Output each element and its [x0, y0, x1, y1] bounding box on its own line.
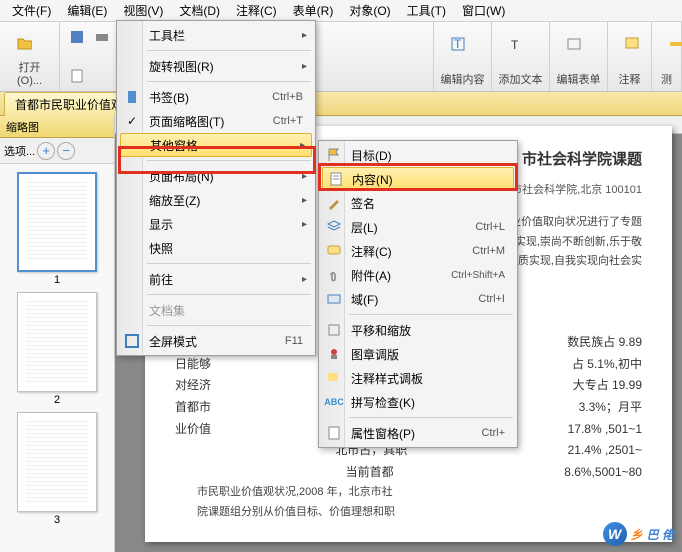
watermark: W 乡巴 佬: [603, 522, 674, 546]
options-dropdown[interactable]: 选项...: [4, 143, 35, 159]
menu-form[interactable]: 表单(R): [285, 0, 342, 21]
other-panes-menu: 目标(D) 内容(N) 签名 层(L)Ctrl+L 注释(C)Ctrl+M 附件…: [318, 140, 518, 448]
measure-label: 测: [658, 71, 675, 87]
menu-item-thumbnails[interactable]: ✓页面缩略图(T)Ctrl+T: [119, 109, 313, 133]
print-icon: [94, 29, 110, 45]
page-number: 2: [17, 394, 97, 406]
menu-item-stamp[interactable]: 图章调版: [321, 342, 515, 366]
menu-item-comment[interactable]: 注释(C)Ctrl+M: [321, 239, 515, 263]
open-button[interactable]: [6, 26, 42, 59]
measure-button[interactable]: [658, 26, 682, 62]
annotate-label: 注释: [614, 71, 645, 87]
text-icon: T: [508, 36, 524, 52]
page-number: 3: [17, 514, 97, 526]
edit-form-label: 编辑表单: [556, 71, 601, 87]
stamp-icon: [325, 345, 343, 363]
field-icon: [325, 290, 343, 308]
menu-comment[interactable]: 注释(C): [228, 0, 285, 21]
edit-icon: T: [450, 36, 466, 52]
document-tab[interactable]: 首都市民职业价值观: [4, 92, 134, 116]
open-label: 打开(O)...: [6, 59, 53, 87]
menu-view[interactable]: 视图(V): [115, 0, 171, 21]
fullscreen-icon: [123, 332, 141, 350]
menu-item-goto[interactable]: 前往: [119, 267, 313, 291]
style-icon: [325, 369, 343, 387]
menu-item-layout[interactable]: 页面布局(N): [119, 164, 313, 188]
menu-item-panzoom[interactable]: 平移和缩放: [321, 318, 515, 342]
menu-item-content[interactable]: 内容(N): [322, 167, 514, 191]
doc-icon: [69, 68, 85, 84]
menu-item-display[interactable]: 显示: [119, 212, 313, 236]
zoom-out-button[interactable]: −: [57, 142, 75, 160]
thumbnails: 1 2 3: [0, 164, 114, 552]
note-icon: [624, 36, 640, 52]
layer-icon: [325, 218, 343, 236]
tool-btn[interactable]: [66, 65, 88, 87]
comment-icon: [325, 242, 343, 260]
add-text-label: 添加文本: [498, 71, 543, 87]
svg-text:T: T: [511, 38, 519, 52]
menu-item-layer[interactable]: 层(L)Ctrl+L: [321, 215, 515, 239]
menu-item-spellcheck[interactable]: ABC拼写检查(K): [321, 390, 515, 414]
toolbar: 打开(O)... T 编辑内容 T 添加文本 编辑表单 注释 测: [0, 22, 682, 92]
menu-edit[interactable]: 编辑(E): [59, 0, 115, 21]
menu-item-comment-style[interactable]: 注释样式调板: [321, 366, 515, 390]
zoom-in-button[interactable]: +: [37, 142, 55, 160]
thumbnail[interactable]: [17, 172, 97, 272]
logo-icon: W: [603, 522, 627, 546]
menu-item-zoom[interactable]: 缩放至(Z): [119, 188, 313, 212]
sidebar: 缩略图 选项... + − 1 2 3: [0, 116, 115, 552]
sidebar-title: 缩略图: [0, 116, 114, 138]
menu-item-target[interactable]: 目标(D): [321, 143, 515, 167]
content-icon: [327, 170, 345, 188]
spell-icon: ABC: [325, 393, 343, 411]
ruler-icon: [668, 36, 682, 52]
panzoom-icon: [325, 321, 343, 339]
svg-text:T: T: [454, 37, 462, 51]
menu-item-other-panes[interactable]: 其他窗格: [120, 133, 312, 157]
clip-icon: [325, 266, 343, 284]
doc-text: 市民职业价值观状况,2008 年，北京市社: [175, 483, 642, 503]
menu-object[interactable]: 对象(O): [341, 0, 398, 21]
menu-item-portfolio: 文档集: [119, 298, 313, 322]
print-button[interactable]: [92, 26, 114, 48]
pen-icon: [325, 194, 343, 212]
menu-document[interactable]: 文档(D): [171, 0, 228, 21]
bookmark-icon: [123, 88, 141, 106]
doc-text: 院课题组分别从价值目标、价值理想和职: [175, 503, 642, 523]
menu-file[interactable]: 文件(F): [4, 0, 59, 21]
menubar: 文件(F) 编辑(E) 视图(V) 文档(D) 注释(C) 表单(R) 对象(O…: [0, 0, 682, 22]
save-icon: [69, 29, 85, 45]
view-menu: 工具栏 旋转视图(R) 书签(B)Ctrl+B ✓页面缩略图(T)Ctrl+T …: [116, 20, 316, 356]
annotate-button[interactable]: [614, 26, 650, 62]
menu-window[interactable]: 窗口(W): [454, 0, 513, 21]
menu-item-rotate[interactable]: 旋转视图(R): [119, 54, 313, 78]
menu-item-attachment[interactable]: 附件(A)Ctrl+Shift+A: [321, 263, 515, 287]
folder-icon: [16, 35, 32, 51]
form-icon: [566, 36, 582, 52]
menu-item-signature[interactable]: 签名: [321, 191, 515, 215]
menu-item-field[interactable]: 域(F)Ctrl+I: [321, 287, 515, 311]
menu-tool[interactable]: 工具(T): [399, 0, 454, 21]
add-text-button[interactable]: T: [498, 26, 534, 62]
props-icon: [325, 424, 343, 442]
page-number: 1: [17, 274, 97, 286]
menu-item-bookmark[interactable]: 书签(B)Ctrl+B: [119, 85, 313, 109]
menu-item-snapshot[interactable]: 快照: [119, 236, 313, 260]
tool-btn[interactable]: [92, 65, 114, 87]
edit-content-button[interactable]: T: [440, 26, 476, 62]
edit-form-button[interactable]: [556, 26, 592, 62]
menu-item-properties[interactable]: 属性窗格(P)Ctrl+: [321, 421, 515, 445]
flag-icon: [325, 146, 343, 164]
edit-content-label: 编辑内容: [440, 71, 485, 87]
tabbar: 首都市民职业价值观: [0, 92, 682, 116]
save-button[interactable]: [66, 26, 88, 48]
thumb-icon: ✓: [123, 112, 141, 130]
menu-item-fullscreen[interactable]: 全屏模式F11: [119, 329, 313, 353]
menu-item-toolbar[interactable]: 工具栏: [119, 23, 313, 47]
thumbnail[interactable]: [17, 412, 97, 512]
thumbnail[interactable]: [17, 292, 97, 392]
